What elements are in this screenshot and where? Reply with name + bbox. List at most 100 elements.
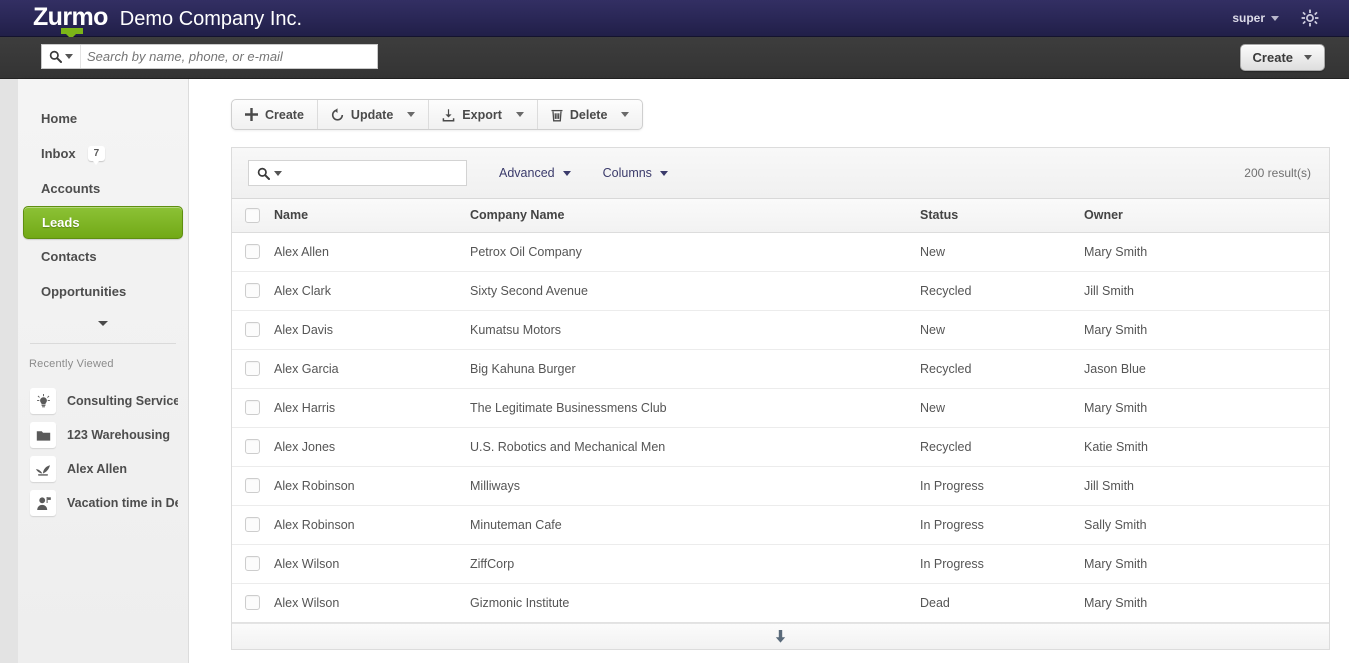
recent-item-consulting-services[interactable]: Consulting Services — [18, 384, 188, 418]
column-header-company-name[interactable]: Company Name — [469, 199, 919, 233]
row-status-cell: New — [919, 310, 1083, 350]
trash-icon — [551, 108, 563, 122]
recent-item-vacation-time[interactable]: Vacation time in De... — [18, 486, 188, 520]
sidebar-item-label: Opportunities — [41, 284, 127, 299]
row-company-cell: U.S. Robotics and Mechanical Men — [469, 427, 919, 467]
update-button[interactable]: Update — [318, 100, 430, 129]
user-menu[interactable]: super — [1232, 11, 1279, 25]
delete-button[interactable]: Delete — [538, 100, 643, 129]
brand-logo[interactable]: Zurmo Demo Company Inc. — [33, 2, 302, 39]
row-name-cell[interactable]: Alex Wilson — [273, 583, 469, 623]
chevron-down-icon — [562, 170, 571, 176]
sidebar-item-opportunities[interactable]: Opportunities — [23, 274, 183, 309]
column-header-owner[interactable]: Owner — [1083, 199, 1329, 233]
recent-item-label: 123 Warehousing — [67, 428, 171, 442]
row-status-cell: In Progress — [919, 466, 1083, 506]
row-name-cell[interactable]: Alex Davis — [273, 310, 469, 350]
row-checkbox[interactable] — [245, 361, 260, 376]
table-row[interactable]: Alex Robinson Milliways In Progress Jill Sm… — [232, 466, 1329, 506]
row-checkbox[interactable] — [245, 439, 260, 454]
sidebar-item-accounts[interactable]: Accounts — [23, 171, 183, 206]
row-name-cell[interactable]: Alex Wilson — [273, 544, 469, 584]
table-row[interactable]: Alex Davis Kumatsu Motors New Mary Smith — [232, 310, 1329, 350]
row-company-cell: ZiffCorp — [469, 544, 919, 584]
recent-item-123-warehousing[interactable]: 123 Warehousing — [18, 418, 188, 452]
create-button-header[interactable]: Create — [1239, 44, 1325, 71]
row-status-cell: Recycled — [919, 427, 1083, 467]
load-more-row[interactable] — [232, 622, 1329, 649]
row-name-cell[interactable]: Alex Harris — [273, 388, 469, 428]
sidebar-item-label: Contacts — [41, 249, 97, 264]
column-header-name[interactable]: Name — [273, 199, 469, 233]
row-name-cell[interactable]: Alex Robinson — [273, 505, 469, 545]
table-row[interactable]: Alex Jones U.S. Robotics and Mechanical M… — [232, 427, 1329, 467]
list-search-input[interactable] — [286, 162, 466, 184]
recent-item-label: Vacation time in De... — [67, 496, 178, 510]
sidebar-item-leads[interactable]: Leads — [23, 206, 183, 239]
chevron-down-icon — [274, 170, 282, 176]
chevron-down-icon — [407, 112, 416, 117]
row-owner-cell: Mary Smith — [1083, 232, 1329, 272]
select-all-checkbox[interactable] — [245, 207, 260, 223]
lightbulb-icon — [30, 388, 56, 414]
advanced-search-toggle[interactable]: Advanced — [499, 166, 571, 180]
row-status-cell: New — [919, 232, 1083, 272]
table-row[interactable]: Alex Wilson ZiffCorp In Progress Mary Smith — [232, 544, 1329, 584]
sidebar-item-inbox[interactable]: Inbox 7 — [23, 136, 183, 171]
list-search-field[interactable] — [248, 160, 467, 186]
sidebar-expand-toggle[interactable] — [18, 309, 188, 337]
row-checkbox[interactable] — [245, 556, 260, 571]
row-checkbox[interactable] — [245, 322, 260, 337]
row-checkbox[interactable] — [245, 595, 260, 610]
row-owner-cell: Mary Smith — [1083, 544, 1329, 584]
table-row[interactable]: Alex Harris The Legitimate Businessmens C… — [232, 388, 1329, 428]
row-name-cell[interactable]: Alex Clark — [273, 271, 469, 311]
create-button[interactable]: Create — [232, 100, 318, 129]
row-checkbox[interactable] — [245, 283, 260, 298]
create-button-label: Create — [265, 107, 304, 122]
arrow-down-icon — [775, 629, 786, 643]
row-name-cell[interactable]: Alex Garcia — [273, 349, 469, 389]
row-select-cell — [232, 310, 273, 350]
table-row[interactable]: Alex Allen Petrox Oil Company New Mary Smit… — [232, 232, 1329, 272]
row-checkbox[interactable] — [245, 400, 260, 415]
sidebar-item-contacts[interactable]: Contacts — [23, 239, 183, 274]
row-checkbox[interactable] — [245, 244, 260, 259]
table-row[interactable]: Alex Clark Sixty Second Avenue Recycled Jil… — [232, 271, 1329, 311]
row-select-cell — [232, 583, 273, 623]
row-status-cell: In Progress — [919, 505, 1083, 545]
refresh-icon — [331, 107, 344, 122]
main-content: Create Update Export Delete Advanced Col… — [190, 79, 1349, 663]
row-checkbox[interactable] — [245, 478, 260, 493]
row-name-cell[interactable]: Alex Jones — [273, 427, 469, 467]
chevron-down-icon — [1271, 15, 1279, 21]
search-icon — [49, 50, 62, 63]
folder-icon — [30, 422, 56, 448]
search-input[interactable] — [81, 46, 377, 67]
export-button[interactable]: Export — [429, 100, 538, 129]
row-status-cell: In Progress — [919, 544, 1083, 584]
columns-selector[interactable]: Columns — [603, 166, 668, 180]
row-checkbox[interactable] — [245, 517, 260, 532]
sidebar-item-label: Home — [41, 111, 78, 126]
table-row[interactable]: Alex Wilson Gizmonic Institute Dead Mary Sm… — [232, 583, 1329, 623]
table-row[interactable]: Alex Robinson Minuteman Cafe In Progress Sa… — [232, 505, 1329, 545]
sidebar-item-home[interactable]: Home — [23, 101, 183, 136]
chevron-down-icon — [98, 320, 108, 326]
row-select-cell — [232, 232, 273, 272]
table-row[interactable]: Alex Garcia Big Kahuna Burger Recycled Jaso… — [232, 349, 1329, 389]
global-search-field[interactable] — [41, 44, 378, 69]
recent-item-alex-allen[interactable]: Alex Allen — [18, 452, 188, 486]
chevron-down-icon — [65, 54, 73, 59]
row-name-cell[interactable]: Alex Allen — [273, 232, 469, 272]
row-owner-cell: Mary Smith — [1083, 388, 1329, 428]
sidebar-item-label: Accounts — [41, 181, 101, 196]
row-select-cell — [232, 388, 273, 428]
select-all-cell — [232, 199, 273, 233]
gear-icon[interactable] — [1301, 9, 1319, 27]
row-name-cell[interactable]: Alex Robinson — [273, 466, 469, 506]
column-header-status[interactable]: Status — [919, 199, 1083, 233]
sidebar-item-label: Leads — [42, 215, 80, 230]
row-status-cell: Dead — [919, 583, 1083, 623]
search-scope-selector[interactable] — [42, 45, 81, 68]
